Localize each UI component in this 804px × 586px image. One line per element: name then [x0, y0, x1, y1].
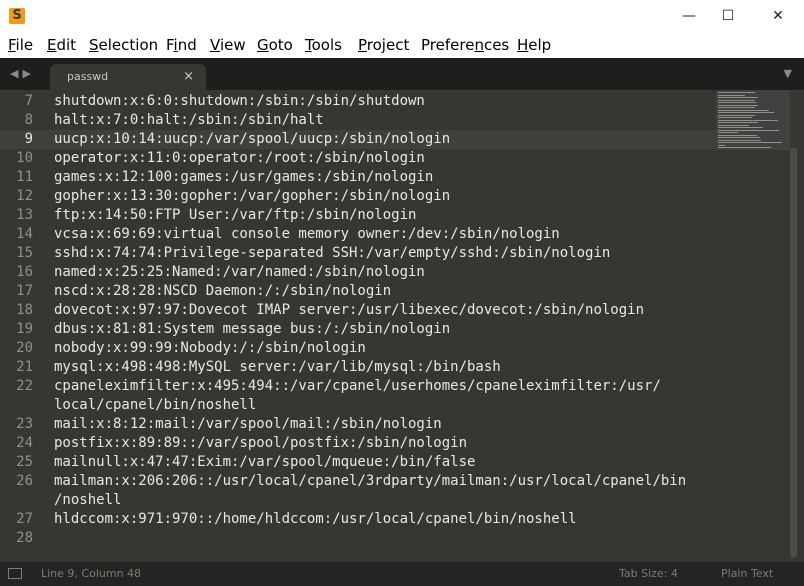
line-number: 12: [16, 188, 33, 204]
line-number: 17: [16, 283, 33, 299]
line-number: 22: [16, 378, 33, 394]
code-line[interactable]: 28: [0, 529, 716, 548]
code-line[interactable]: 27 hldccom:x:971:970::/home/hldccom:/usr/…: [0, 510, 716, 529]
line-number: 18: [16, 302, 33, 318]
line-text[interactable]: named:x:25:25:Named:/var/named:/sbin/nol…: [54, 263, 425, 282]
line-number: 14: [16, 226, 33, 242]
line-text[interactable]: operator:x:11:0:operator:/root:/sbin/nol…: [54, 149, 425, 168]
code-line[interactable]: 22 cpaneleximfilter:x:495:494::/var/cpane…: [0, 377, 716, 396]
line-text[interactable]: uucp:x:10:14:uucp:/var/spool/uucp:/sbin/…: [54, 130, 450, 149]
line-text[interactable]: dbus:x:81:81:System message bus:/:/sbin/…: [54, 320, 450, 339]
code-line[interactable]: 13 ftp:x:14:50:FTP User:/var/ftp:/sbin/no…: [0, 206, 716, 225]
line-number: 7: [24, 93, 33, 109]
line-text[interactable]: mailnull:x:47:47:Exim:/var/spool/mqueue:…: [54, 453, 475, 472]
tab-close-icon[interactable]: ×: [183, 64, 194, 90]
code-line[interactable]: 21 mysql:x:498:498:MySQL server:/var/lib/…: [0, 358, 716, 377]
minimap[interactable]: [716, 90, 790, 150]
vertical-scrollbar[interactable]: [790, 148, 797, 558]
code-line[interactable]: 9 uucp:x:10:14:uucp:/var/spool/uucp:/sbin…: [0, 130, 716, 149]
maximize-button[interactable]: ☐: [705, 0, 751, 32]
title-bar: S — ☐ ✕: [0, 0, 804, 32]
code-line[interactable]: 19 dbus:x:81:81:System message bus:/:/sbi…: [0, 320, 716, 339]
line-text[interactable]: sshd:x:74:74:Privilege-separated SSH:/va…: [54, 244, 610, 263]
tab-passwd[interactable]: passwd ×: [50, 64, 206, 90]
line-text[interactable]: cpaneleximfilter:x:495:494::/var/cpanel/…: [54, 377, 661, 396]
line-text[interactable]: hldccom:x:971:970::/home/hldccom:/usr/lo…: [54, 510, 577, 529]
tab-list-dropdown-icon[interactable]: ▼: [784, 58, 792, 90]
line-number: 13: [16, 207, 33, 223]
line-text[interactable]: mail:x:8:12:mail:/var/spool/mail:/sbin/n…: [54, 415, 442, 434]
line-text[interactable]: dovecot:x:97:97:Dovecot IMAP server:/usr…: [54, 301, 644, 320]
code-line[interactable]: 25 mailnull:x:47:47:Exim:/var/spool/mqueu…: [0, 453, 716, 472]
tab-bar: ◀▶ passwd × ▼: [0, 58, 804, 90]
cursor-position: Line 9, Column 48: [41, 567, 142, 580]
line-text[interactable]: vcsa:x:69:69:virtual console memory owne…: [54, 225, 560, 244]
line-number: 23: [16, 416, 33, 432]
line-number: 11: [16, 169, 33, 185]
code-line[interactable]: 18 dovecot:x:97:97:Dovecot IMAP server:/u…: [0, 301, 716, 320]
tab-size-selector[interactable]: Tab Size: 4: [619, 562, 678, 586]
line-number: 15: [16, 245, 33, 261]
code-line[interactable]: 8 halt:x:7:0:halt:/sbin:/sbin/halt: [0, 111, 716, 130]
line-number: 16: [16, 264, 33, 280]
tab-nav-arrows-icon[interactable]: ◀▶: [10, 58, 35, 90]
editor-pane[interactable]: 7 shutdown:x:6:0:shutdown:/sbin:/sbin/shu…: [0, 90, 804, 562]
line-text[interactable]: nobody:x:99:99:Nobody:/:/sbin/nologin: [54, 339, 366, 358]
line-number: 9: [24, 131, 33, 147]
line-text[interactable]: /noshell: [54, 491, 121, 510]
code-line[interactable]: 26 mailman:x:206:206::/usr/local/cpanel/3…: [0, 472, 716, 491]
line-text[interactable]: ftp:x:14:50:FTP User:/var/ftp:/sbin/nolo…: [54, 206, 416, 225]
code-line[interactable]: 12 gopher:x:13:30:gopher:/var/gopher:/sbi…: [0, 187, 716, 206]
status-bar: Line 9, Column 48 Tab Size: 4 Plain Text: [0, 562, 804, 586]
minimap-viewport[interactable]: [716, 90, 790, 150]
line-text[interactable]: mysql:x:498:498:MySQL server:/var/lib/my…: [54, 358, 501, 377]
line-text[interactable]: postfix:x:89:89::/var/spool/postfix:/sbi…: [54, 434, 467, 453]
menu-bar: File Edit Selection Find View Goto Tools…: [0, 32, 804, 58]
line-number: 26: [16, 473, 33, 489]
code-line[interactable]: 20 nobody:x:99:99:Nobody:/:/sbin/nologin: [0, 339, 716, 358]
line-number: 28: [16, 530, 33, 546]
code-line[interactable]: 23 mail:x:8:12:mail:/var/spool/mail:/sbin…: [0, 415, 716, 434]
line-number: 27: [16, 511, 33, 527]
line-text[interactable]: games:x:12:100:games:/usr/games:/sbin/no…: [54, 168, 433, 187]
menu-project[interactable]: Project: [358, 32, 409, 58]
line-text[interactable]: local/cpanel/bin/noshell: [54, 396, 256, 415]
line-text[interactable]: shutdown:x:6:0:shutdown:/sbin:/sbin/shut…: [54, 92, 425, 111]
line-number: 10: [16, 150, 33, 166]
line-text[interactable]: mailman:x:206:206::/usr/local/cpanel/3rd…: [54, 472, 686, 491]
line-text[interactable]: nscd:x:28:28:NSCD Daemon:/:/sbin/nologin: [54, 282, 391, 301]
line-number: 24: [16, 435, 33, 451]
line-number: 21: [16, 359, 33, 375]
menu-help[interactable]: Help: [517, 32, 551, 58]
code-line[interactable]: local/cpanel/bin/noshell: [0, 396, 716, 415]
code-line[interactable]: 7 shutdown:x:6:0:shutdown:/sbin:/sbin/shu…: [0, 92, 716, 111]
menu-file[interactable]: File: [8, 32, 33, 58]
menu-edit[interactable]: Edit: [47, 32, 76, 58]
panel-toggle-icon[interactable]: [8, 568, 22, 579]
line-text[interactable]: gopher:x:13:30:gopher:/var/gopher:/sbin/…: [54, 187, 450, 206]
line-number: 25: [16, 454, 33, 470]
menu-tools[interactable]: Tools: [305, 32, 342, 58]
code-line[interactable]: 14 vcsa:x:69:69:virtual console memory ow…: [0, 225, 716, 244]
line-number: 19: [16, 321, 33, 337]
menu-find[interactable]: Find: [166, 32, 197, 58]
line-number: 8: [24, 112, 33, 128]
code-line[interactable]: 11 games:x:12:100:games:/usr/games:/sbin/…: [0, 168, 716, 187]
menu-goto[interactable]: Goto: [257, 32, 293, 58]
menu-selection[interactable]: Selection: [89, 32, 158, 58]
code-line[interactable]: 16 named:x:25:25:Named:/var/named:/sbin/n…: [0, 263, 716, 282]
code-line[interactable]: 10 operator:x:11:0:operator:/root:/sbin/n…: [0, 149, 716, 168]
line-number: 20: [16, 340, 33, 356]
menu-preferences[interactable]: Preferences: [421, 32, 509, 58]
code-line[interactable]: 24 postfix:x:89:89::/var/spool/postfix:/s…: [0, 434, 716, 453]
menu-view[interactable]: View: [210, 32, 246, 58]
line-text[interactable]: halt:x:7:0:halt:/sbin:/sbin/halt: [54, 111, 324, 130]
code-line[interactable]: 15 sshd:x:74:74:Privilege-separated SSH:/…: [0, 244, 716, 263]
syntax-selector[interactable]: Plain Text: [721, 562, 773, 586]
sublime-text-icon: S: [9, 8, 25, 24]
close-window-button[interactable]: ✕: [755, 0, 801, 32]
code-line[interactable]: 17 nscd:x:28:28:NSCD Daemon:/:/sbin/nolog…: [0, 282, 716, 301]
code-line[interactable]: /noshell: [0, 491, 716, 510]
tab-title: passwd: [67, 70, 109, 83]
